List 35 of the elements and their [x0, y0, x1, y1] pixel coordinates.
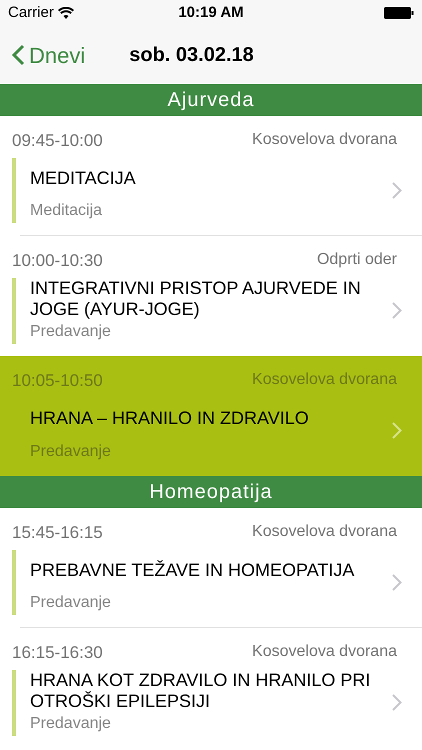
- session-location: Odprti oder: [316, 250, 397, 270]
- session-title: PREBAVNE TEŽAVE IN HOMEOPATIJA: [30, 560, 354, 581]
- session-location: Kosovelova dvorana: [252, 642, 397, 662]
- session-type: Predavanje: [30, 714, 112, 734]
- screen-title: sob. 03.02.18: [129, 43, 254, 68]
- session-type: Predavanje: [30, 593, 112, 613]
- battery-icon: [384, 7, 414, 19]
- wifi-icon: [58, 7, 74, 19]
- session-title: HRANA – HRANILO IN ZDRAVILO: [30, 408, 309, 430]
- session-location: Kosovelova dvorana: [252, 370, 397, 390]
- chevron-right-icon: [392, 574, 402, 591]
- chevron-right-icon: [392, 422, 402, 440]
- session-title: MEDITACIJA: [30, 168, 136, 189]
- session-time: 09:45-10:00: [12, 130, 103, 152]
- session-time: 15:45-16:15: [12, 522, 103, 544]
- chevron-right-icon: [392, 182, 402, 199]
- session-title: HRANA KOT ZDRAVILO IN HRANILO PRI OTROŠKI EPILEPSIJI: [30, 670, 372, 712]
- status-time: 10:19 AM: [178, 2, 244, 23]
- session-time: 16:15-16:30: [12, 642, 103, 664]
- session-time: 10:05-10:50: [12, 370, 103, 392]
- session-location: Kosovelova dvorana: [252, 522, 397, 542]
- session-type: Predavanje: [30, 442, 112, 462]
- session-row[interactable]: 10:05-10:50 Kosovelova dvorana HRANA – HRANILO IN ZDRAVILO Predavanje: [0, 356, 422, 476]
- carrier-label: Carrier: [8, 2, 54, 23]
- session-time: 10:00-10:30: [12, 250, 103, 272]
- section-header: Ajurveda: [0, 84, 422, 116]
- chevron-right-icon: [392, 302, 402, 319]
- session-title: INTEGRATIVNI PRISTOP AJURVEDE IN JOGE (AYUR-JOGE): [30, 278, 362, 320]
- session-type: Meditacija: [30, 201, 104, 221]
- session-location: Kosovelova dvorana: [252, 130, 397, 150]
- chevron-right-icon: [392, 694, 402, 712]
- back-button[interactable]: Dnevi: [0, 38, 86, 72]
- chevron-left-icon: [12, 44, 25, 66]
- session-type: Predavanje: [30, 322, 112, 342]
- section-header: Homeopatija: [0, 476, 422, 508]
